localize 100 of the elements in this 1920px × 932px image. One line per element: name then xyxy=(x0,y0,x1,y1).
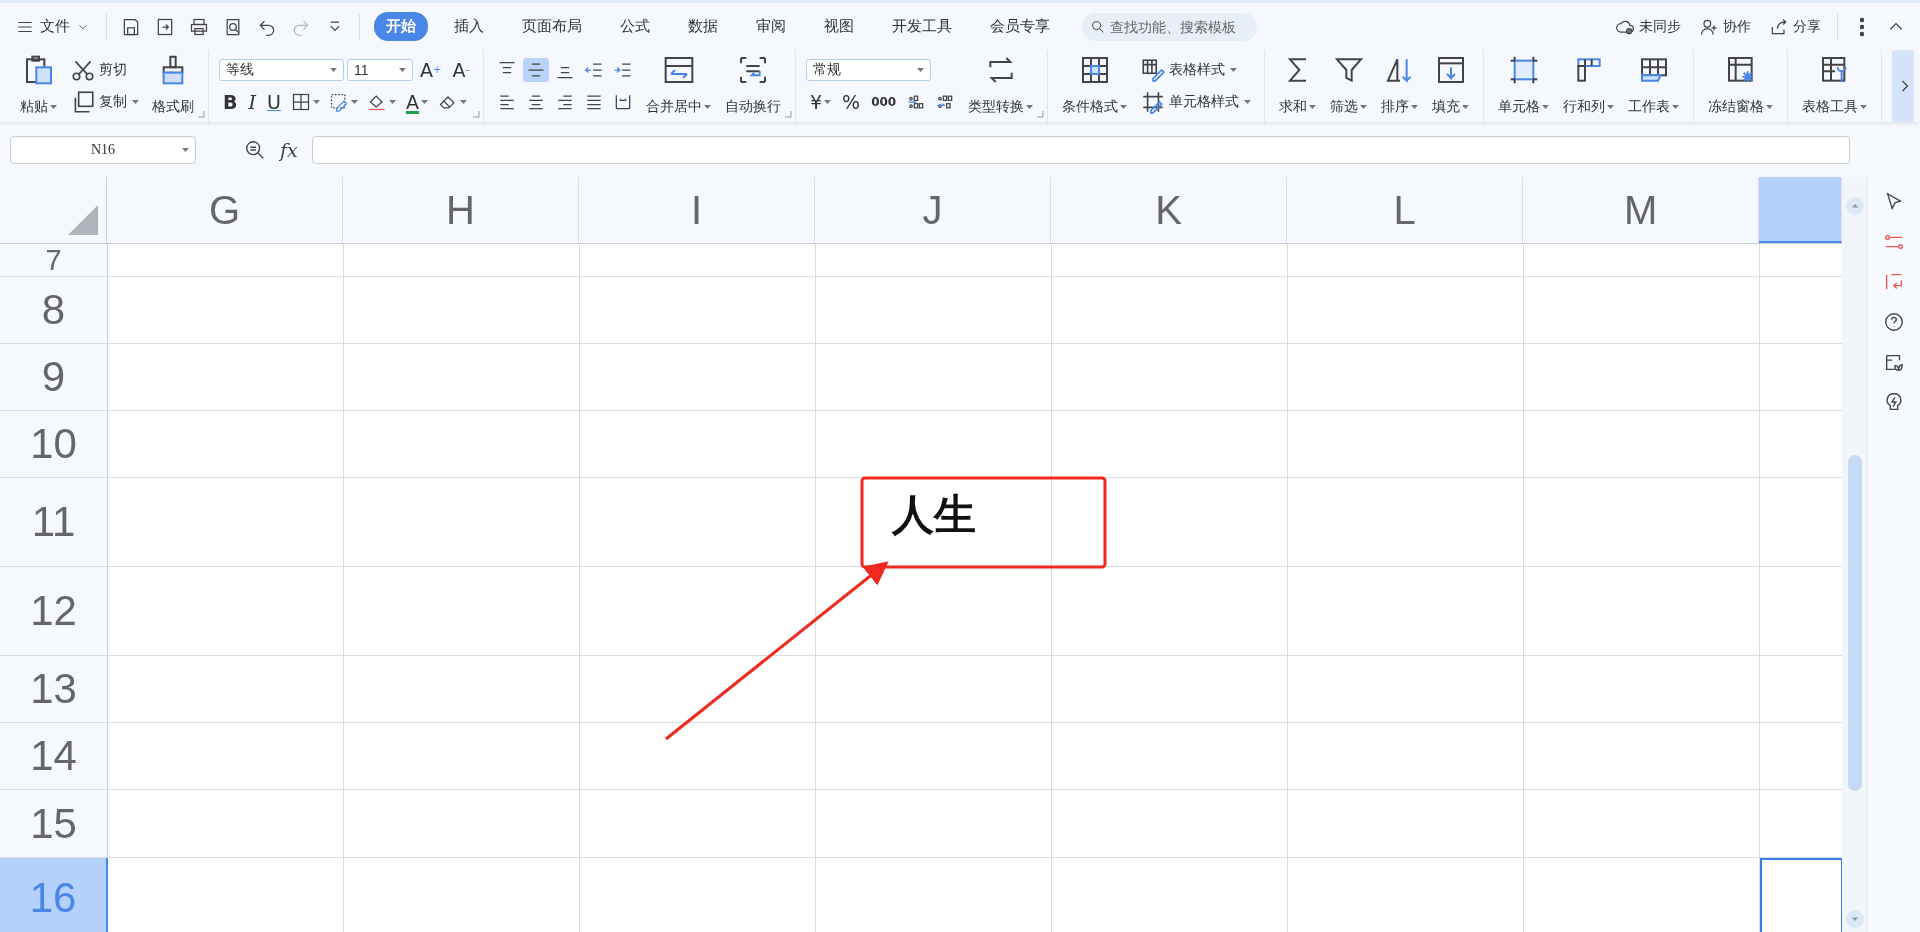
row-header[interactable]: 10 xyxy=(0,411,108,477)
ribbon-tab[interactable]: 插入 xyxy=(442,12,496,41)
wrap-text-icon xyxy=(737,54,769,86)
fx-label: fx xyxy=(280,138,298,161)
caret-icon xyxy=(1607,105,1615,109)
caret-icon xyxy=(1244,100,1252,104)
ribbon-button[interactable]: 冻结窗格 xyxy=(1704,50,1778,122)
ribbon-button[interactable]: 表格工具 xyxy=(1798,50,1872,122)
format-button[interactable]: U xyxy=(263,90,285,113)
toolbar-button[interactable] xyxy=(523,58,549,82)
ribbon-button[interactable]: 排序 xyxy=(1377,50,1423,122)
dropdown-field[interactable]: 等线 xyxy=(219,58,344,81)
ribbon-button[interactable]: 工作表 xyxy=(1624,50,1684,122)
column-header[interactable]: J xyxy=(815,177,1052,243)
caret-icon xyxy=(50,105,57,109)
zoom-icon xyxy=(244,138,266,161)
ribbon-tab[interactable]: 页面布局 xyxy=(510,12,594,41)
ribbon-button[interactable]: 单元格 xyxy=(1494,50,1554,122)
header-action[interactable]: 分享 xyxy=(1763,14,1827,39)
help-icon xyxy=(1883,311,1905,333)
row-header[interactable]: 13 xyxy=(0,656,108,722)
sidebar-button[interactable] xyxy=(1883,391,1905,413)
column-header[interactable]: I xyxy=(579,177,816,243)
format-button[interactable]: I xyxy=(244,90,260,113)
ribbon-button[interactable]: 剪切 xyxy=(67,55,130,85)
ribbon-tab[interactable]: 数据 xyxy=(676,12,730,41)
caret-icon xyxy=(132,100,139,104)
row-header[interactable]: 15 xyxy=(0,790,108,857)
table-style-icon xyxy=(1140,57,1167,83)
dropdown-field[interactable]: 常规 xyxy=(806,58,931,81)
row-header[interactable]: 14 xyxy=(0,723,108,789)
column-header[interactable] xyxy=(1759,177,1843,243)
sidebar-button[interactable] xyxy=(1883,311,1905,333)
caret-icon xyxy=(350,99,358,104)
caret-icon xyxy=(1542,105,1550,109)
column-header[interactable]: H xyxy=(343,177,580,243)
caret-icon xyxy=(1860,105,1868,109)
header-action[interactable]: 协作 xyxy=(1693,14,1757,39)
ribbon-button[interactable]: 格式刷 xyxy=(148,50,198,122)
caret-icon xyxy=(1360,105,1368,109)
format-button[interactable]: A xyxy=(401,90,432,113)
caret-icon xyxy=(704,105,711,109)
format-button[interactable]: A$^{-}$ xyxy=(448,58,473,81)
name-box[interactable]: N16 xyxy=(10,135,196,164)
header-action[interactable]: 未同步 xyxy=(1609,14,1687,39)
column-header[interactable]: G xyxy=(107,177,344,243)
column-header[interactable]: K xyxy=(1051,177,1288,243)
row-header[interactable]: 7 xyxy=(0,244,108,276)
ribbon-tab[interactable]: 公式 xyxy=(608,12,662,41)
caret-icon xyxy=(399,67,406,72)
caret-icon xyxy=(1672,105,1680,109)
share-icon xyxy=(1769,16,1789,37)
caret-icon xyxy=(388,99,396,104)
format-button[interactable]: % xyxy=(838,90,865,113)
caret-icon xyxy=(1026,105,1034,109)
border-icon xyxy=(290,91,311,112)
format-button[interactable]: B xyxy=(219,90,242,113)
caret-icon xyxy=(312,99,320,104)
ribbon-button[interactable]: 筛选 xyxy=(1326,50,1372,122)
merge-cells-icon xyxy=(662,54,695,86)
ribbon-tab[interactable]: 开始 xyxy=(374,12,428,41)
ribbon-button[interactable]: 单元格样式 xyxy=(1137,87,1255,117)
ribbon-tab[interactable]: 开发工具 xyxy=(880,12,964,41)
ribbon-button[interactable]: 表格样式 xyxy=(1137,55,1241,85)
ribbon-button[interactable]: 行和列 xyxy=(1559,50,1619,122)
caret-icon xyxy=(182,147,189,152)
ribbon-button[interactable]: 类型转换 xyxy=(964,50,1038,122)
save-icon xyxy=(121,16,141,37)
ribbon-button[interactable]: 填充 xyxy=(1428,50,1474,122)
caret-icon xyxy=(330,67,337,72)
file-menu[interactable]: 文件 xyxy=(10,13,96,40)
ribbon-tab[interactable]: 视图 xyxy=(812,12,866,41)
dropdown-field[interactable]: 11 xyxy=(347,58,413,81)
caret-icon xyxy=(824,99,832,104)
search-icon xyxy=(1090,18,1106,35)
caret-icon xyxy=(1120,105,1128,109)
row-header[interactable]: 12 xyxy=(0,567,108,655)
more-vertical-icon xyxy=(1860,16,1864,37)
ribbon-button[interactable]: 求和 xyxy=(1275,50,1321,122)
ribbon-tab[interactable]: 审阅 xyxy=(744,12,798,41)
format-button[interactable]: 000 xyxy=(867,94,901,109)
ribbon-button[interactable]: 自动换行 xyxy=(721,50,785,122)
format-button[interactable]: A$^{+}$ xyxy=(416,58,446,81)
search-field[interactable]: 查找功能、搜索模板 xyxy=(1082,12,1257,41)
formula-field[interactable] xyxy=(311,135,1850,164)
format-button[interactable]: ¥ xyxy=(806,90,836,113)
caret-icon xyxy=(1766,105,1774,109)
row-header[interactable]: 11 xyxy=(0,478,108,566)
caret-icon xyxy=(459,99,467,104)
row-header[interactable]: 8 xyxy=(0,277,108,343)
ribbon-tab[interactable]: 会员专享 xyxy=(978,12,1062,41)
pattern-fill-icon xyxy=(328,91,349,112)
table-cell: 人生 xyxy=(816,478,1052,566)
ribbon-button[interactable]: 条件格式 xyxy=(1058,50,1132,122)
ribbon-button[interactable]: 复制 xyxy=(67,87,142,117)
scrollbar-thumb[interactable] xyxy=(1847,455,1862,791)
row-header[interactable]: 9 xyxy=(0,344,108,410)
ribbon-button[interactable]: 粘贴 xyxy=(16,50,61,122)
column-header[interactable]: L xyxy=(1287,177,1524,243)
ribbon-button[interactable]: 合并居中 xyxy=(642,50,715,122)
